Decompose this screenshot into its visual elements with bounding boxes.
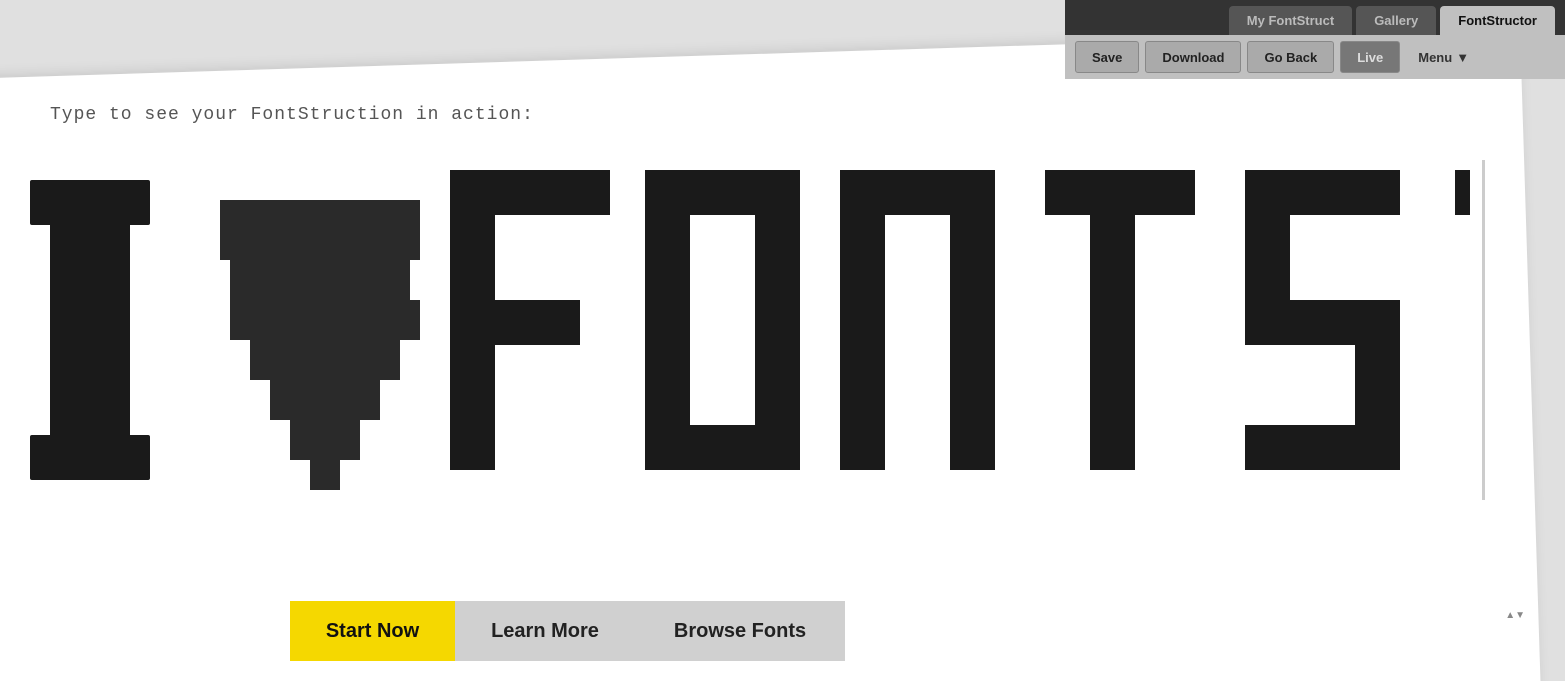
page-content: Type to see your FontStruction in action… <box>0 0 1565 681</box>
tab-fontstructor[interactable]: FontStructor <box>1440 6 1555 35</box>
toolbar-row: Save Download Go Back Live Menu ▼ <box>1065 35 1565 79</box>
go-back-button[interactable]: Go Back <box>1247 41 1334 73</box>
font-display-area <box>20 160 1470 500</box>
nav-tabs-row: My FontStruct Gallery FontStructor <box>1065 0 1565 35</box>
live-button[interactable]: Live <box>1340 41 1400 73</box>
navigation-area: My FontStruct Gallery FontStructor Save … <box>1065 0 1565 79</box>
subtitle-text: Type to see your FontStruction in action… <box>50 105 534 125</box>
right-border-line <box>1482 160 1485 500</box>
page-container: My FontStruct Gallery FontStructor Save … <box>0 0 1565 681</box>
browse-fonts-button[interactable]: Browse Fonts <box>635 601 845 661</box>
save-button[interactable]: Save <box>1075 41 1139 73</box>
menu-button[interactable]: Menu ▼ <box>1406 44 1481 71</box>
tab-my-fontstruct[interactable]: My FontStruct <box>1229 6 1352 35</box>
cta-buttons-row: Start Now Learn More Browse Fonts <box>290 601 845 661</box>
learn-more-button[interactable]: Learn More <box>455 601 635 661</box>
menu-label: Menu <box>1418 50 1452 65</box>
tab-gallery[interactable]: Gallery <box>1356 6 1436 35</box>
menu-arrow-icon: ▼ <box>1456 50 1469 65</box>
start-now-button[interactable]: Start Now <box>290 601 455 661</box>
pixel-art-text <box>20 160 1470 500</box>
download-button[interactable]: Download <box>1145 41 1241 73</box>
scroll-indicator: ▲▼ <box>1505 610 1525 621</box>
